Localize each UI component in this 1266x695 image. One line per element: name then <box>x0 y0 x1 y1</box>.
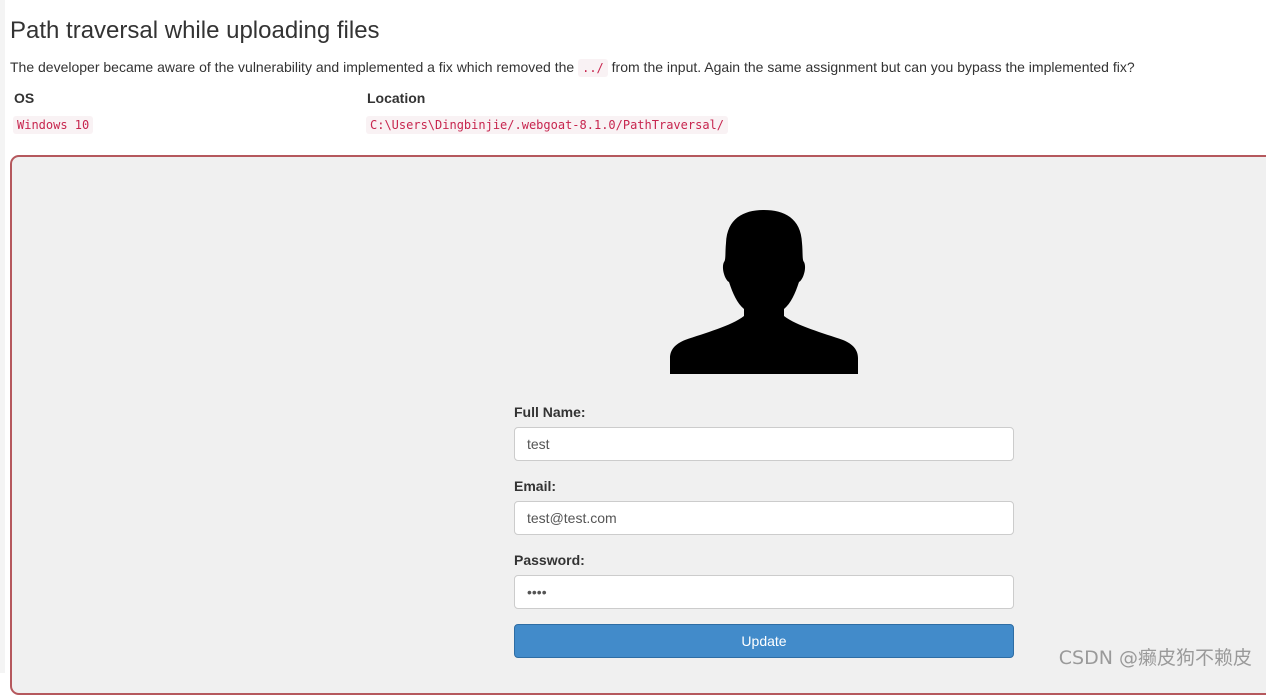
page-title: Path traversal while uploading files <box>10 17 380 44</box>
assignment-panel <box>10 155 1266 695</box>
description-text-after: from the input. Again the same assignmen… <box>607 59 1135 75</box>
email-label: Email: <box>514 478 557 494</box>
location-code: C:\Users\Dingbinjie/.webgoat-8.1.0/PathT… <box>366 116 729 134</box>
os-code: Windows 10 <box>13 116 94 134</box>
full-name-input[interactable] <box>514 427 1014 461</box>
watermark: CSDN @癞皮狗不赖皮 <box>1058 647 1252 669</box>
location-column-header: Location <box>367 90 426 106</box>
update-button[interactable]: Update <box>514 624 1014 658</box>
os-column-header: OS <box>14 90 35 106</box>
full-name-label: Full Name: <box>514 404 586 420</box>
description-text-before: The developer became aware of the vulner… <box>10 59 579 75</box>
password-label: Password: <box>514 552 585 568</box>
location-value: C:\Users\Dingbinjie/.webgoat-8.1.0/PathT… <box>366 116 729 134</box>
user-silhouette-icon <box>669 208 859 374</box>
description-code: ../ <box>578 59 608 77</box>
password-input[interactable] <box>514 575 1014 609</box>
email-input[interactable] <box>514 501 1014 535</box>
left-border <box>0 0 5 673</box>
os-value: Windows 10 <box>13 116 94 134</box>
assignment-description: The developer became aware of the vulner… <box>10 57 1135 78</box>
